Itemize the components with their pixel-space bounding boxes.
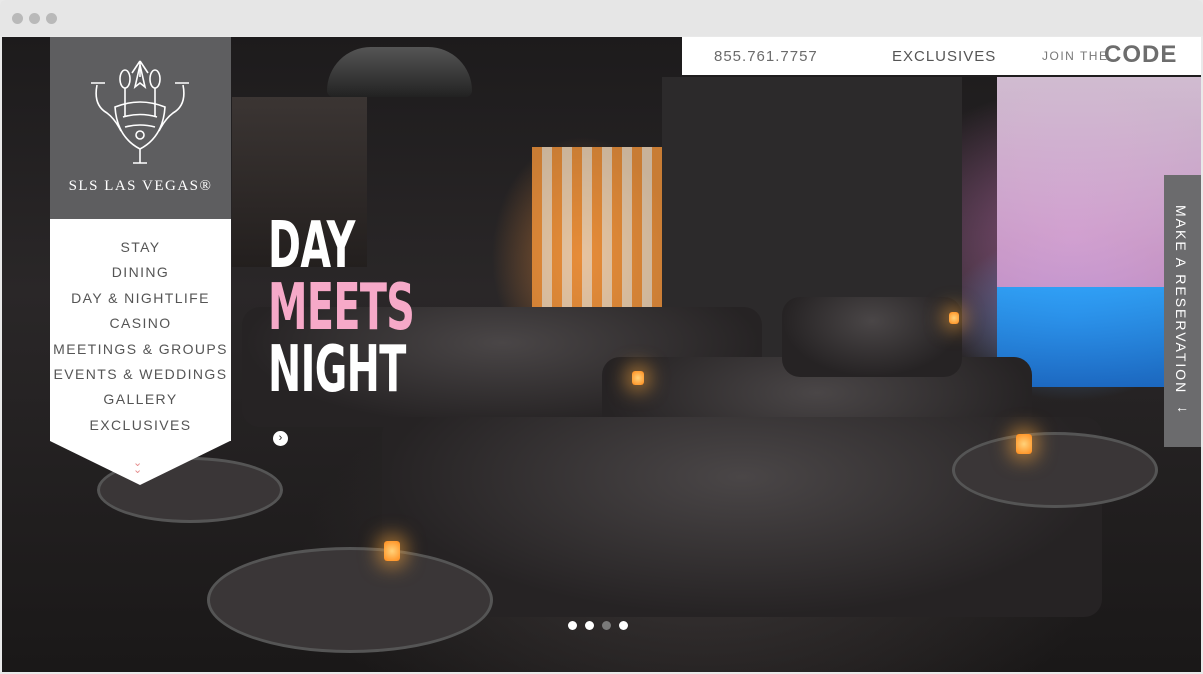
logo[interactable]: SLS LAS VEGAS® <box>50 37 231 219</box>
hero-background-candle <box>949 312 959 324</box>
double-chevron-down-icon[interactable]: ⌄ ⌄ <box>133 458 142 476</box>
hero-headline-line-2: MEETS <box>268 271 415 345</box>
window-minimize-button[interactable] <box>29 13 40 24</box>
carousel-dot-1[interactable] <box>568 621 577 630</box>
hero-background-cabana <box>532 147 662 327</box>
nav-item-events-weddings[interactable]: EVENTS & WEDDINGS <box>50 362 231 387</box>
nav-item-gallery[interactable]: GALLERY <box>50 387 231 412</box>
make-reservation-tab[interactable]: MAKE A RESERVATION ← <box>1164 175 1201 447</box>
browser-chrome <box>0 0 1203 36</box>
window-close-button[interactable] <box>12 13 23 24</box>
nav-item-exclusives[interactable]: EXCLUSIVES <box>50 413 231 438</box>
sls-crest-icon <box>91 60 189 164</box>
nav-item-day-nightlife[interactable]: DAY & NIGHTLIFE <box>50 286 231 311</box>
carousel-dot-4[interactable] <box>619 621 628 630</box>
page-viewport: 855.761.7757 EXCLUSIVES JOIN THE CODE SL… <box>2 37 1201 672</box>
main-nav: STAY DINING DAY & NIGHTLIFE CASINO MEETI… <box>50 219 231 441</box>
make-reservation-label: MAKE A RESERVATION <box>1173 205 1189 395</box>
arrow-left-icon: ← <box>1175 399 1189 415</box>
join-the-code-link[interactable]: CODE <box>1104 41 1177 69</box>
phone-number-link[interactable]: 855.761.7757 <box>714 48 818 65</box>
nav-item-dining[interactable]: DINING <box>50 260 231 285</box>
hero-background-candle <box>384 541 400 561</box>
window-maximize-button[interactable] <box>46 13 57 24</box>
nav-item-stay[interactable]: STAY <box>50 235 231 260</box>
hero-background-table <box>207 547 493 653</box>
nav-item-meetings-groups[interactable]: MEETINGS & GROUPS <box>50 337 231 362</box>
nav-item-casino[interactable]: CASINO <box>50 311 231 336</box>
hero-background-candle <box>1016 434 1032 454</box>
join-the-code-prefix[interactable]: JOIN THE <box>1042 49 1108 63</box>
hero-headline-line-3: NIGHT <box>268 333 406 407</box>
hero-background-pendant-lamp <box>327 47 472 97</box>
carousel-dot-2[interactable] <box>585 621 594 630</box>
logo-wordmark: SLS LAS VEGAS® <box>68 178 213 194</box>
carousel-indicators <box>568 617 636 630</box>
hero-background-sofa <box>782 297 962 377</box>
chevron-right-circle-icon[interactable]: › <box>273 431 288 446</box>
hero-background-table <box>952 432 1158 508</box>
exclusives-link[interactable]: EXCLUSIVES <box>892 48 996 65</box>
hero-headline: DAY MEETS NIGHT <box>268 209 415 407</box>
hero-background-candle <box>632 371 644 385</box>
main-nav-list: STAY DINING DAY & NIGHTLIFE CASINO MEETI… <box>50 235 231 438</box>
hero-headline-line-1: DAY <box>268 209 355 283</box>
top-utility-bar: 855.761.7757 EXCLUSIVES JOIN THE CODE <box>682 37 1201 75</box>
carousel-dot-3[interactable] <box>602 621 611 630</box>
